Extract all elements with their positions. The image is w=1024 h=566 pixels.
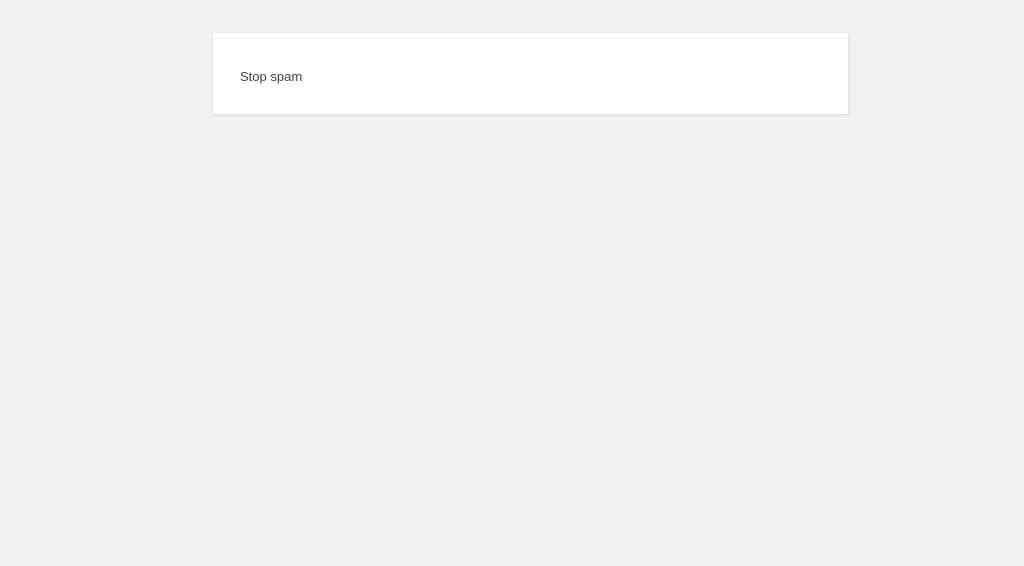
page: Stop spam — [0, 0, 1024, 566]
message-text: Stop spam — [240, 69, 303, 84]
message-card: Stop spam — [213, 33, 848, 114]
